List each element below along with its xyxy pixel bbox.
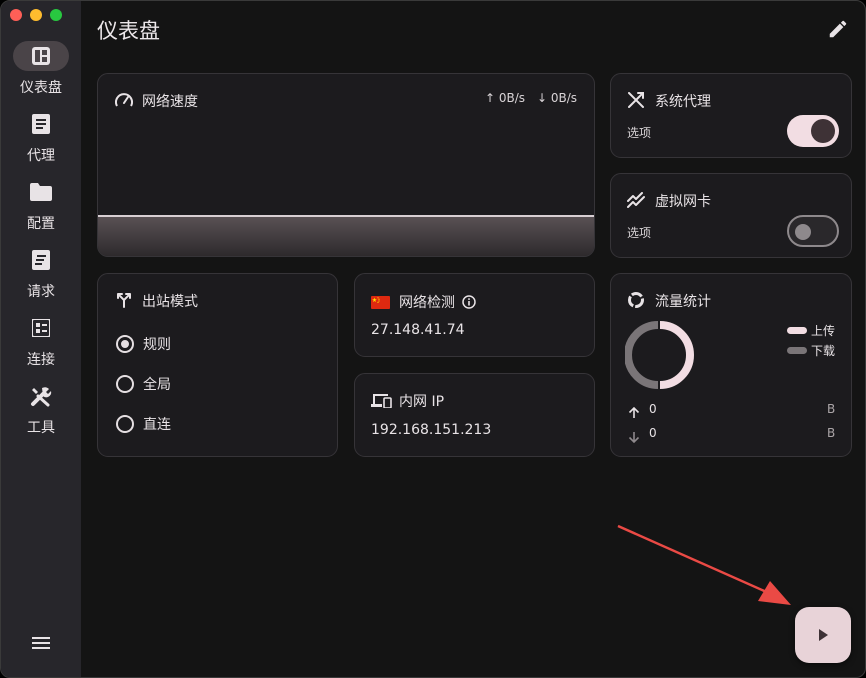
tun-toggle[interactable] bbox=[787, 215, 839, 247]
connections-icon bbox=[13, 313, 69, 343]
folder-icon bbox=[13, 177, 69, 207]
mode-rule-option[interactable]: 规则 bbox=[116, 334, 171, 354]
start-button[interactable] bbox=[795, 607, 851, 663]
sidebar-item-requests[interactable]: 请求 bbox=[1, 245, 81, 305]
radio-button[interactable] bbox=[116, 335, 134, 353]
legend-swatch bbox=[787, 327, 807, 334]
play-icon bbox=[819, 629, 828, 641]
system-proxy-card: 系统代理 选项 bbox=[610, 73, 852, 158]
radio-label: 直连 bbox=[143, 417, 171, 433]
shuffle-icon bbox=[628, 92, 644, 112]
arrow-up-icon bbox=[628, 404, 640, 423]
radio-button[interactable] bbox=[116, 415, 134, 433]
speed-graph-line bbox=[98, 215, 594, 217]
traffic-donut-chart bbox=[625, 321, 694, 389]
radio-button[interactable] bbox=[116, 375, 134, 393]
download-speed: ↓ 0B/s bbox=[537, 91, 578, 105]
legend-download: 下载 bbox=[787, 342, 835, 359]
legend-label: 上传 bbox=[811, 324, 836, 338]
network-check-card: 网络检测 27.148.41.74 bbox=[354, 273, 595, 357]
sidebar-item-label: 配置 bbox=[27, 216, 55, 232]
pencil-icon[interactable] bbox=[827, 18, 851, 42]
dashboard-icon bbox=[13, 41, 69, 71]
article-icon bbox=[13, 109, 69, 139]
fork-icon bbox=[116, 292, 132, 312]
donut-chart-icon bbox=[627, 291, 645, 313]
china-flag-icon bbox=[371, 294, 390, 313]
devices-icon bbox=[370, 392, 392, 412]
download-arc bbox=[625, 321, 659, 389]
card-title: 系统代理 bbox=[655, 94, 711, 110]
network-speed-card: 网络速度 ↑ 0B/s ↓ 0B/s bbox=[97, 73, 595, 257]
card-title: 出站模式 bbox=[142, 294, 198, 310]
sidebar-item-profiles[interactable]: 配置 bbox=[1, 177, 81, 237]
card-title: 网络速度 bbox=[142, 94, 198, 110]
speedometer-icon bbox=[115, 92, 133, 112]
upload-total-value: 0 bbox=[649, 402, 657, 416]
radio-label: 规则 bbox=[143, 337, 171, 353]
upload-arc bbox=[659, 321, 694, 389]
trending-icon bbox=[627, 192, 645, 212]
sidebar: 仪表盘 代理 配置 请求 连接 工具 bbox=[1, 1, 81, 677]
intranet-ip-card: 内网 IP 192.168.151.213 bbox=[354, 373, 595, 457]
outbound-mode-card: 出站模式 规则 全局 直连 bbox=[97, 273, 338, 457]
tools-icon bbox=[13, 381, 69, 411]
card-title: 网络检测 bbox=[399, 295, 455, 311]
public-ip-value: 27.148.41.74 bbox=[371, 322, 465, 338]
legend-label: 下载 bbox=[811, 344, 836, 358]
sidebar-item-connections[interactable]: 连接 bbox=[1, 313, 81, 373]
toggle-knob bbox=[795, 224, 811, 240]
card-title: 流量统计 bbox=[655, 294, 711, 310]
intranet-ip-value: 192.168.151.213 bbox=[371, 422, 492, 438]
upload-speed: ↑ 0B/s bbox=[485, 91, 526, 105]
mode-global-option[interactable]: 全局 bbox=[116, 374, 171, 394]
request-log-icon bbox=[13, 245, 69, 275]
page-title: 仪表盘 bbox=[97, 19, 160, 43]
download-total-unit: B bbox=[827, 426, 836, 440]
zoom-window-button[interactable] bbox=[50, 9, 62, 21]
sidebar-item-tools[interactable]: 工具 bbox=[1, 381, 81, 441]
card-title: 内网 IP bbox=[399, 394, 445, 410]
radio-label: 全局 bbox=[143, 377, 171, 393]
legend-upload: 上传 bbox=[787, 322, 835, 339]
system-proxy-toggle[interactable] bbox=[787, 115, 839, 147]
arrow-down-icon bbox=[628, 428, 640, 447]
sidebar-item-label: 工具 bbox=[27, 420, 55, 436]
upload-total-unit: B bbox=[827, 402, 836, 416]
legend-swatch bbox=[787, 347, 807, 354]
card-title: 虚拟网卡 bbox=[655, 194, 711, 210]
app-window: 仪表盘 代理 配置 请求 连接 工具 仪表盘 网络速度 ↑ 0B/s ↓ 0B/… bbox=[0, 0, 866, 678]
close-window-button[interactable] bbox=[10, 9, 22, 21]
options-link[interactable]: 选项 bbox=[627, 124, 651, 141]
info-icon[interactable] bbox=[462, 294, 476, 313]
options-link[interactable]: 选项 bbox=[627, 224, 651, 241]
sidebar-item-label: 连接 bbox=[27, 352, 55, 368]
toggle-knob bbox=[811, 119, 835, 143]
sidebar-item-label: 代理 bbox=[27, 148, 55, 164]
mode-direct-option[interactable]: 直连 bbox=[116, 414, 171, 434]
window-controls bbox=[10, 9, 62, 21]
sidebar-item-proxy[interactable]: 代理 bbox=[1, 109, 81, 169]
download-total-value: 0 bbox=[649, 426, 657, 440]
minimize-window-button[interactable] bbox=[30, 9, 42, 21]
menu-icon[interactable] bbox=[29, 631, 53, 655]
tun-card: 虚拟网卡 选项 bbox=[610, 173, 852, 258]
traffic-stats-card: 流量统计 上传 下载 0 B 0 B bbox=[610, 273, 852, 457]
speed-graph-area bbox=[98, 216, 594, 256]
sidebar-item-label: 仪表盘 bbox=[20, 80, 62, 96]
sidebar-item-label: 请求 bbox=[27, 284, 55, 300]
sidebar-item-dashboard[interactable]: 仪表盘 bbox=[1, 41, 81, 101]
